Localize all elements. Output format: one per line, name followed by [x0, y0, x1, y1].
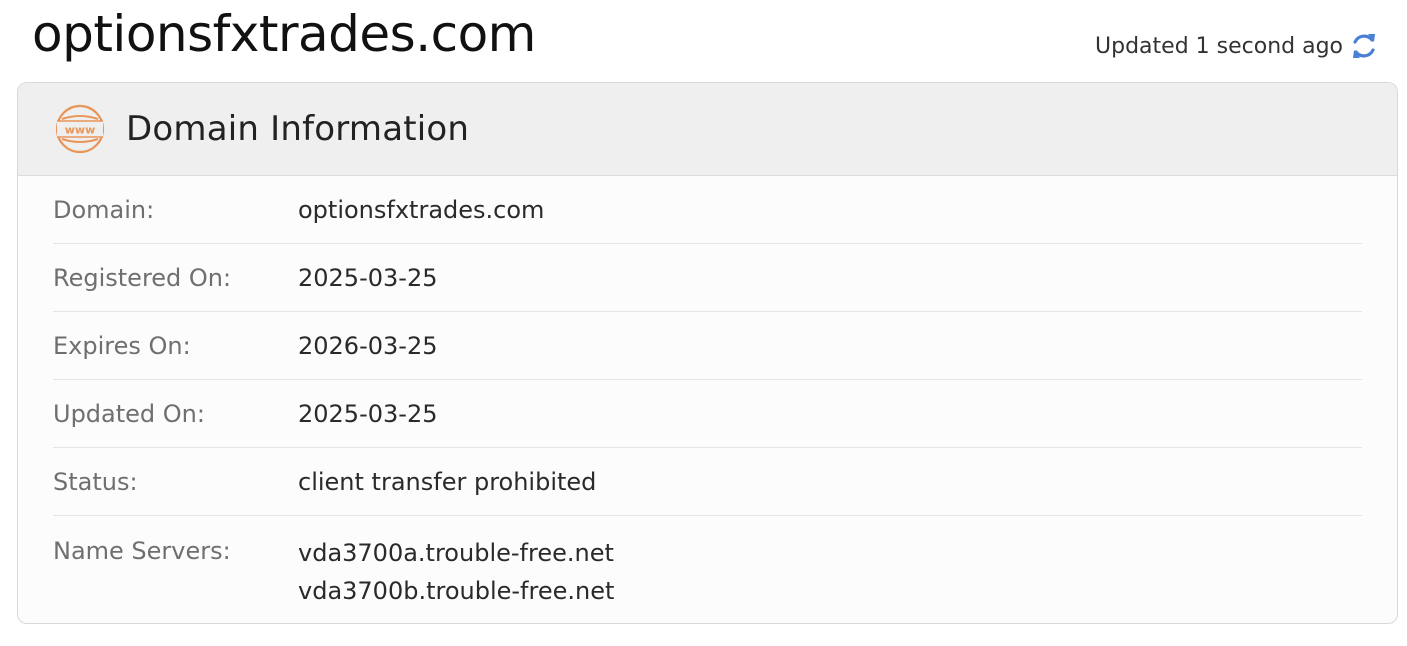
card-title: Domain Information	[126, 109, 470, 149]
www-globe-icon: www	[54, 103, 106, 155]
name-server-item: vda3700b.trouble-free.net	[298, 577, 615, 605]
update-status: Updated 1 second ago	[1095, 28, 1379, 64]
card-header: www Domain Information	[18, 83, 1397, 176]
info-row-updated-on: Updated On: 2025-03-25	[53, 380, 1362, 448]
info-row-registered-on: Registered On: 2025-03-25	[53, 244, 1362, 312]
name-server-list: vda3700a.trouble-free.net vda3700b.troub…	[298, 534, 614, 610]
info-row-status: Status: client transfer prohibited	[53, 448, 1362, 516]
row-label: Registered On:	[53, 263, 232, 292]
row-value: 2025-03-25	[298, 399, 438, 428]
name-server-item: vda3700a.trouble-free.net	[298, 539, 614, 567]
row-value: 2025-03-25	[298, 263, 438, 292]
row-label: Name Servers:	[53, 537, 231, 565]
info-row-domain: Domain: optionsfxtrades.com	[53, 176, 1362, 244]
row-label: Updated On:	[53, 399, 205, 428]
row-value: 2026-03-25	[298, 331, 438, 360]
page: optionsfxtrades.com Updated 1 second ago	[0, 0, 1407, 646]
info-row-name-servers: Name Servers: vda3700a.trouble-free.net …	[53, 516, 1362, 610]
updated-timestamp: Updated 1 second ago	[1095, 33, 1343, 59]
page-title: optionsfxtrades.com	[32, 5, 536, 63]
refresh-icon[interactable]	[1349, 31, 1379, 61]
info-row-expires-on: Expires On: 2026-03-25	[53, 312, 1362, 380]
row-label: Status:	[53, 467, 138, 496]
row-label: Expires On:	[53, 331, 191, 360]
domain-information-card: www Domain Information Domain: optionsfx…	[17, 82, 1398, 624]
svg-text:www: www	[65, 124, 96, 137]
row-label: Domain:	[53, 195, 155, 224]
info-table: Domain: optionsfxtrades.com Registered O…	[18, 176, 1397, 610]
row-value: client transfer prohibited	[298, 467, 597, 496]
row-value: optionsfxtrades.com	[298, 195, 545, 224]
